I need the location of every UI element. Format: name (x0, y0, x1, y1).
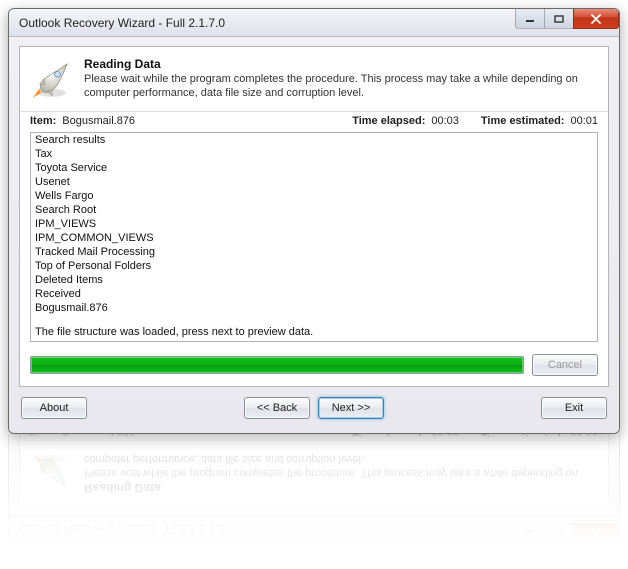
status-row: Item: Bogusmail.876 Time elapsed: 00:03 … (20, 111, 608, 130)
list-item: Bogusmail.876 (35, 301, 593, 315)
list-item: Deleted Items (35, 273, 593, 287)
header-heading: Reading Data (84, 481, 594, 495)
content-panel: Reading Data Please wait while the progr… (19, 46, 609, 387)
about-button[interactable]: About (21, 397, 87, 419)
list-item: Usenet (35, 175, 593, 189)
window-title: Outlook Recovery Wizard - Full 2.1.7.0 (19, 523, 225, 537)
list-item: Wells Fargo (35, 189, 593, 203)
maximize-button[interactable] (544, 523, 574, 543)
cancel-button[interactable]: Cancel (532, 354, 598, 376)
list-item: IPM_VIEWS (35, 217, 593, 231)
item-label: Item: (30, 115, 56, 127)
estimated-label: Time estimated: (481, 434, 565, 437)
elapsed-label: Time elapsed: (352, 434, 425, 437)
elapsed-label: Time elapsed: (352, 115, 425, 127)
list-item: Search Root (35, 203, 593, 217)
rocket-icon (30, 57, 74, 101)
header-description: Please wait while the program completes … (84, 452, 594, 480)
window-controls (516, 9, 619, 29)
progress-bar (30, 356, 524, 374)
next-button[interactable]: Next >> (318, 397, 384, 419)
window-controls (516, 523, 619, 543)
content-panel: Reading Data Please wait while the progr… (19, 434, 609, 506)
footer: About << Back Next >> Exit (19, 387, 609, 421)
list-message: The file structure was loaded, press nex… (35, 325, 593, 339)
item-label: Item: (30, 434, 56, 437)
elapsed-value: 00:03 (431, 115, 459, 127)
close-button[interactable] (573, 9, 619, 29)
log-listbox[interactable]: RegistrationRSS FeedsSave itSearch resul… (30, 132, 598, 342)
elapsed-value: 00:03 (431, 434, 459, 437)
list-item: Top of Personal Folders (35, 259, 593, 273)
back-button[interactable]: << Back (244, 397, 310, 419)
header-description: Please wait while the program completes … (84, 73, 594, 101)
maximize-button[interactable] (544, 9, 574, 29)
exit-button[interactable]: Exit (541, 397, 607, 419)
window-title: Outlook Recovery Wizard - Full 2.1.7.0 (19, 16, 225, 30)
estimated-label: Time estimated: (481, 115, 565, 127)
header: Reading Data Please wait while the progr… (20, 441, 608, 505)
minimize-button[interactable] (515, 9, 545, 29)
header-heading: Reading Data (84, 57, 594, 71)
titlebar: Outlook Recovery Wizard - Full 2.1.7.0 (9, 9, 619, 37)
list-item: IPM_COMMON_VIEWS (35, 231, 593, 245)
close-button[interactable] (573, 523, 619, 543)
titlebar: Outlook Recovery Wizard - Full 2.1.7.0 (9, 515, 619, 543)
status-row: Item: Bogusmail.876 Time elapsed: 00:03 … (20, 434, 608, 441)
list-item: Received (35, 287, 593, 301)
list-item: Tracked Mail Processing (35, 245, 593, 259)
list-item: Toyota Service (35, 161, 593, 175)
estimated-value: 00:01 (570, 115, 598, 127)
item-value: Bogusmail.876 (62, 434, 135, 437)
list-item: Tax (35, 147, 593, 161)
estimated-value: 00:01 (570, 434, 598, 437)
list-item: Search results (35, 133, 593, 147)
minimize-button[interactable] (515, 523, 545, 543)
item-value: Bogusmail.876 (62, 115, 135, 127)
header: Reading Data Please wait while the progr… (20, 47, 608, 111)
rocket-icon (30, 451, 74, 495)
